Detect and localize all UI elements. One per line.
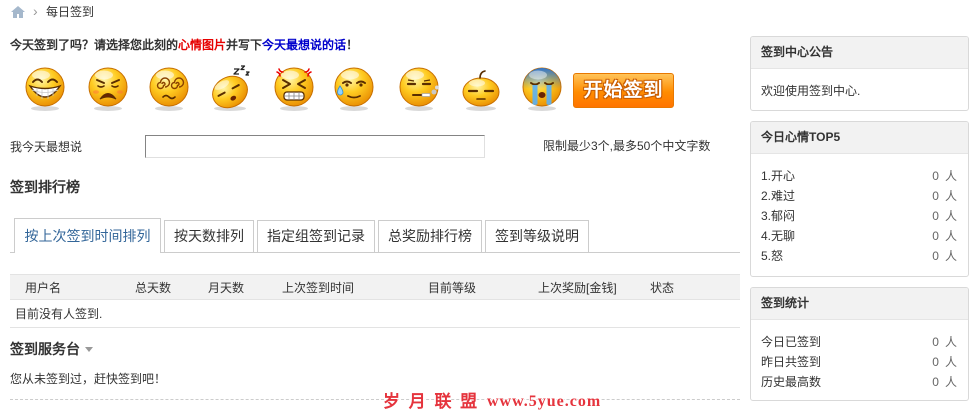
- mood-name: 3.郁闷: [761, 209, 796, 223]
- home-icon[interactable]: [10, 5, 26, 19]
- column-header: 总天数: [135, 281, 172, 295]
- prompt-text: 并写下: [226, 38, 263, 52]
- mood-sleepy-icon[interactable]: [207, 64, 253, 112]
- stats-count-unit: 人: [944, 375, 957, 389]
- mood-top5-item: 2.难过 0 人: [751, 186, 968, 206]
- stats-item: 历史最高数 0 人: [751, 372, 968, 392]
- notice-title: 签到中心公告: [751, 37, 968, 69]
- tab-last-signin-time[interactable]: 按上次签到时间排列: [14, 218, 161, 253]
- chevron-down-icon[interactable]: [85, 347, 93, 352]
- tab-level-info[interactable]: 签到等级说明: [485, 220, 589, 252]
- signin-prompt: 今天签到了吗？请选择您此刻的心情图片并写下今天最想说的话！: [10, 38, 358, 52]
- mood-angry-icon[interactable]: [271, 64, 317, 112]
- mood-happy-icon[interactable]: [22, 64, 68, 112]
- column-header: 月天数: [208, 281, 245, 295]
- say-length-hint: 限制最少3个,最多50个中文字数: [543, 139, 711, 153]
- watermark-url: www.5yue.com: [487, 393, 602, 410]
- mood-sad-icon[interactable]: [85, 64, 131, 112]
- service-desk-title: 签到服务台: [10, 341, 80, 357]
- column-header: 用户名: [25, 281, 62, 295]
- stats-item: 昨日共签到 0 人: [751, 352, 968, 372]
- column-header: 上次奖励[金钱]: [538, 281, 617, 295]
- prompt-highlight-mood: 心情图片: [178, 38, 227, 52]
- mood-top5-panel: 今日心情TOP5 1.开心 0 人 2.难过 0 人 3.郁闷 0 人 4.无聊…: [750, 121, 969, 277]
- mood-name: 2.难过: [761, 189, 796, 203]
- notice-text: 欢迎使用签到中心.: [761, 84, 861, 98]
- stats-label: 历史最高数: [761, 375, 822, 389]
- breadcrumb-current[interactable]: 每日签到: [46, 5, 94, 19]
- mood-top5-item: 5.怒 0 人: [751, 246, 968, 266]
- dashed-divider: [10, 399, 740, 400]
- prompt-text: ！: [346, 38, 359, 52]
- mood-count: 0: [932, 169, 939, 183]
- mood-count-unit: 人: [944, 189, 957, 203]
- mood-count: 0: [932, 249, 939, 263]
- signin-stats-title: 签到统计: [751, 288, 968, 320]
- service-desk-message: 您从未签到过，赶快签到吧！: [10, 372, 167, 386]
- mood-top5-item: 4.无聊 0 人: [751, 226, 968, 246]
- column-header: 上次签到时间: [282, 281, 355, 295]
- mood-unlucky-icon[interactable]: [519, 64, 565, 112]
- breadcrumb-separator: ›: [33, 3, 38, 19]
- mood-name: 1.开心: [761, 169, 796, 183]
- ranking-table-header: [10, 274, 740, 300]
- signin-stats-panel: 签到统计 今日已签到 0 人 昨日共签到 0 人 历史最高数 0 人: [750, 287, 969, 401]
- stats-count-unit: 人: [944, 335, 957, 349]
- column-header: 目前等级: [428, 281, 477, 295]
- say-input[interactable]: [145, 135, 485, 158]
- mood-lazy-icon[interactable]: [458, 64, 504, 112]
- tab-by-days[interactable]: 按天数排列: [164, 220, 254, 252]
- mood-count-unit: 人: [944, 209, 957, 223]
- mood-count-unit: 人: [944, 169, 957, 183]
- mood-count: 0: [932, 209, 939, 223]
- tab-group-records[interactable]: 指定组签到记录: [257, 220, 375, 252]
- mood-name: 5.怒: [761, 249, 784, 263]
- mood-top5-title: 今日心情TOP5: [751, 122, 968, 154]
- mood-count: 0: [932, 189, 939, 203]
- mood-count-unit: 人: [944, 249, 957, 263]
- mood-name: 4.无聊: [761, 229, 796, 243]
- stats-count: 0: [932, 375, 939, 389]
- start-signin-button[interactable]: 开始签到: [573, 73, 674, 108]
- mood-sweat-icon[interactable]: [331, 64, 377, 112]
- stats-count: 0: [932, 355, 939, 369]
- watermark-name: 岁 月 联 盟: [383, 392, 480, 411]
- notice-panel: 签到中心公告 欢迎使用签到中心.: [750, 36, 969, 111]
- mood-smoking-icon[interactable]: [396, 64, 442, 112]
- say-label: 我今天最想说: [10, 140, 83, 154]
- mood-count: 0: [932, 229, 939, 243]
- mood-count-unit: 人: [944, 229, 957, 243]
- stats-count: 0: [932, 335, 939, 349]
- stats-label: 昨日共签到: [761, 355, 822, 369]
- column-header: 状态: [650, 281, 675, 295]
- table-divider: [10, 327, 740, 328]
- mood-top5-item: 3.郁闷 0 人: [751, 206, 968, 226]
- stats-label: 今日已签到: [761, 335, 822, 349]
- tab-total-reward[interactable]: 总奖励排行榜: [378, 220, 482, 252]
- mood-top5-item: 1.开心 0 人: [751, 166, 968, 186]
- stats-item: 今日已签到 0 人: [751, 332, 968, 352]
- ranking-title: 签到排行榜: [10, 179, 80, 195]
- ranking-empty-message: 目前没有人签到.: [15, 307, 103, 321]
- prompt-highlight-words: 今天最想说的话: [262, 38, 347, 52]
- stats-count-unit: 人: [944, 355, 957, 369]
- mood-dizzy-icon[interactable]: [146, 64, 192, 112]
- prompt-text: 今天签到了吗？请选择您此刻的: [10, 38, 179, 52]
